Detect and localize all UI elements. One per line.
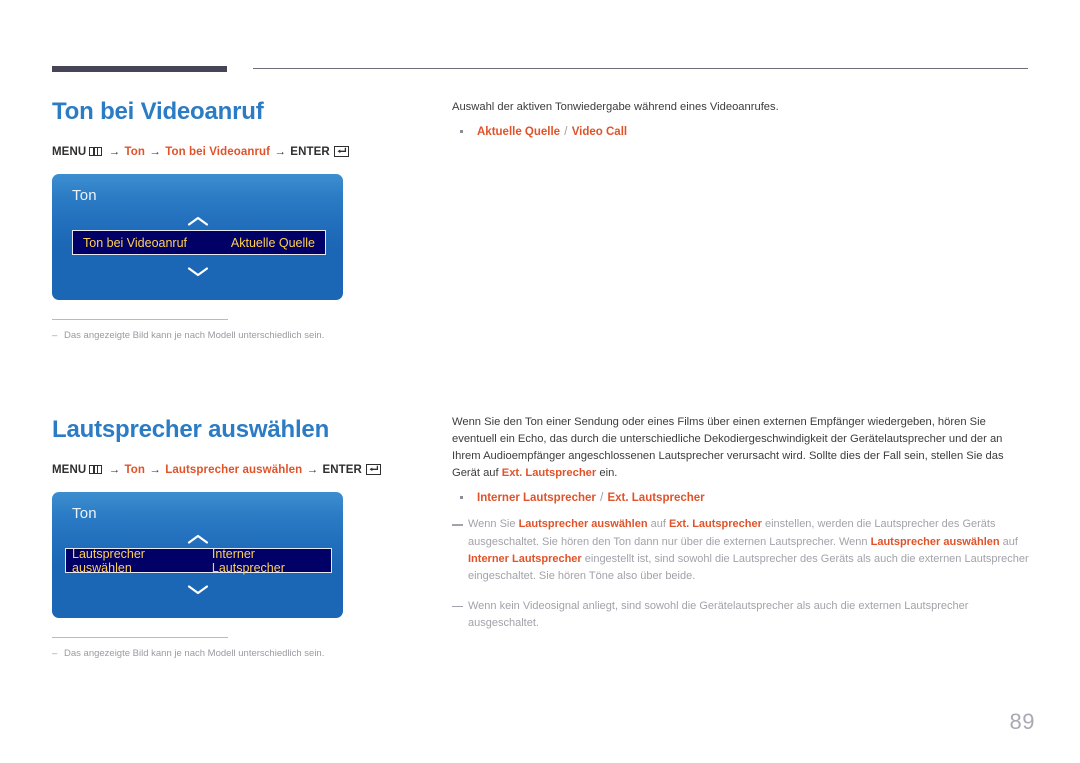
header-divider <box>0 0 1080 80</box>
menu-path-1-step2: Ton bei Videoanruf <box>165 146 271 158</box>
osd-2-title: Ton <box>72 505 97 522</box>
menu-path-1: MENU → Ton → Ton bei Videoanruf → ENTER <box>52 146 349 158</box>
caption-2: – Das angezeigte Bild kann je nach Model… <box>52 647 381 660</box>
osd-1-row-value: Aktuelle Quelle <box>230 235 315 250</box>
section-1-right: Auswahl der aktiven Tonwiedergabe währen… <box>452 99 1032 141</box>
note-1-h3: Lautsprecher auswählen <box>870 535 1000 548</box>
caption-rule-1 <box>52 319 228 320</box>
caption-1: – Das angezeigte Bild kann je nach Model… <box>52 329 349 342</box>
section-1-description: Auswahl der aktiven Tonwiedergabe währen… <box>452 101 779 113</box>
caption-2-text: Das angezeigte Bild kann je nach Modell … <box>64 648 325 659</box>
osd-1-highlighted-row[interactable]: Ton bei Videoanruf Aktuelle Quelle <box>72 230 326 255</box>
menu-path-1-menu-label: MENU <box>52 146 87 158</box>
chevron-down-icon <box>52 266 343 279</box>
note-1-p4: auf <box>999 535 1018 548</box>
page-number: 89 <box>1009 709 1035 734</box>
menu-path-1-arrow-c: → <box>274 146 286 158</box>
osd-2-row-value: Interner Lautsprecher <box>211 546 285 575</box>
note-2-p1: Wenn kein Videosignal anliegt, sind sowo… <box>468 599 969 629</box>
section-1-left: Ton bei Videoanruf MENU → Ton → Ton bei … <box>52 100 349 342</box>
menu-path-1-enter-label: ENTER <box>290 146 330 158</box>
note-1-h2: Ext. Lautsprecher <box>668 518 762 531</box>
section-2-left: Lautsprecher auswählen MENU → Ton → Laut… <box>52 418 381 660</box>
menu-path-2: MENU → Ton → Lautsprecher auswählen → EN… <box>52 464 381 476</box>
section-2-options: Interner Lautsprecher / Ext. Lautspreche… <box>452 489 1032 507</box>
chevron-up-icon <box>52 534 343 547</box>
section-1-options: Aktuelle Quelle / Video Call <box>452 123 1032 141</box>
section-2-description-highlight: Ext. Lautsprecher <box>501 467 597 480</box>
list-item: Interner Lautsprecher / Ext. Lautspreche… <box>452 489 1032 507</box>
list-item: Aktuelle Quelle / Video Call <box>452 123 1032 141</box>
note-1-p2: auf <box>647 518 669 531</box>
menu-path-2-menu-label: MENU <box>52 464 87 476</box>
menu-path-2-arrow-c: → <box>306 464 319 476</box>
osd-2-row-label: Lautsprecher auswählen <box>72 546 145 575</box>
option-first: Aktuelle Quelle <box>477 126 561 139</box>
caption-rule-2 <box>52 637 228 638</box>
menu-icon <box>89 147 103 156</box>
caption-1-text: Das angezeigte Bild kann je nach Modell … <box>64 330 325 341</box>
menu-path-2-arrow-b: → <box>149 464 161 476</box>
section-2-description: Wenn Sie den Ton einer Sendung oder eine… <box>452 414 1032 482</box>
option-separator: / <box>564 126 568 139</box>
menu-path-2-step1: Ton <box>124 464 145 476</box>
note-1-p1: Wenn Sie <box>468 518 519 531</box>
page-title-2: Lautsprecher auswählen <box>52 416 330 443</box>
osd-preview-2: Ton Lautsprecher auswählen Interner Laut… <box>52 492 343 618</box>
caption-1-dash: – <box>52 330 58 341</box>
section-2-right: Wenn Sie den Ton einer Sendung oder eine… <box>452 414 1032 632</box>
option-separator: / <box>600 492 604 505</box>
chevron-up-icon <box>52 216 343 229</box>
note-1: Wenn Sie Lautsprecher auswählen auf Ext.… <box>452 516 1032 584</box>
chevron-down-icon <box>52 584 343 597</box>
note-1-h1: Lautsprecher auswählen <box>518 518 648 531</box>
section-2-description-b: ein. <box>596 467 618 480</box>
option-second: Ext. Lautsprecher <box>607 492 705 505</box>
note-2: Wenn kein Videosignal anliegt, sind sowo… <box>452 598 1032 632</box>
menu-path-1-arrow-a: → <box>108 146 121 158</box>
osd-2-highlighted-row[interactable]: Lautsprecher auswählen Interner Lautspre… <box>65 546 332 575</box>
menu-path-2-enter-label: ENTER <box>322 464 362 476</box>
header-rule-thin <box>253 68 1028 69</box>
menu-path-1-step1: Ton <box>124 146 145 158</box>
caption-2-dash: – <box>52 648 58 659</box>
header-rule-thick <box>52 66 227 72</box>
osd-1-title: Ton <box>72 187 97 204</box>
enter-key-icon <box>333 146 349 157</box>
osd-preview-1: Ton Ton bei Videoanruf Aktuelle Quelle <box>52 174 343 300</box>
menu-path-2-step2: Lautsprecher auswählen <box>165 464 303 476</box>
note-1-h4: Interner Lautsprecher <box>468 552 582 565</box>
menu-icon <box>89 465 103 474</box>
osd-1-row-label: Ton bei Videoanruf <box>83 235 188 250</box>
page-title-1: Ton bei Videoanruf <box>52 98 264 125</box>
menu-path-2-arrow-a: → <box>108 464 121 476</box>
enter-key-icon <box>365 464 381 475</box>
option-first: Interner Lautsprecher <box>477 492 596 505</box>
option-second: Video Call <box>571 126 628 139</box>
menu-path-1-arrow-b: → <box>149 146 161 158</box>
